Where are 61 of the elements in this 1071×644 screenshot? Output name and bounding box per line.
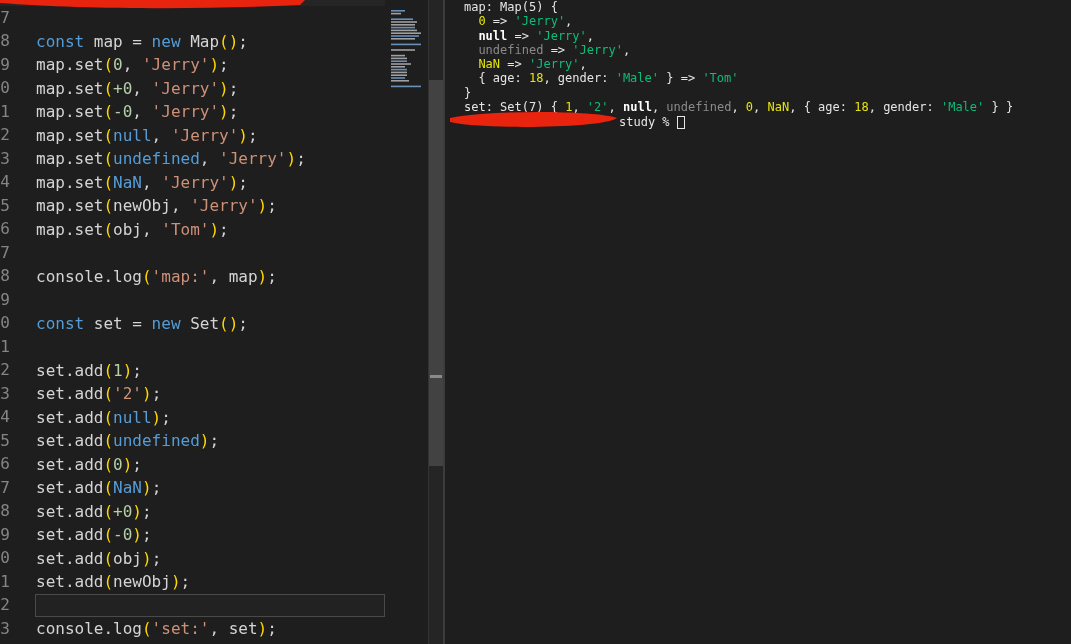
terminal-prompt: study % <box>619 115 670 130</box>
line-number: 1 <box>0 570 10 593</box>
line-number: 8 <box>0 265 10 288</box>
line-number: 0 <box>0 547 10 570</box>
code-line: set.add(1); <box>35 359 143 382</box>
line-number: 8 <box>0 30 10 53</box>
code-line: console.log('set:', set); <box>35 618 278 641</box>
line-number: 2 <box>0 594 10 617</box>
code-line: map.set(null, 'Jerry'); <box>35 124 259 147</box>
code-line: console.log('map:', map); <box>35 265 278 288</box>
code-line: map.set(newObj, 'Jerry'); <box>35 195 278 218</box>
code-line: map.set(+0, 'Jerry'); <box>35 77 240 100</box>
terminal-line: map: Map(5) { <box>464 0 559 15</box>
line-number: 1 <box>0 335 10 358</box>
line-number: 8 <box>0 500 10 523</box>
terminal-line: set: Set(7) { 1, '2', null, undefined, 0, NaN, { age: 18, gender: 'Male' } } <box>464 100 1015 115</box>
line-number: 4 <box>0 171 10 194</box>
code-line: map.set(undefined, 'Jerry'); <box>35 148 307 171</box>
line-number: 0 <box>0 312 10 335</box>
code-line: set.add('2'); <box>35 383 163 406</box>
line-number: 7 <box>0 6 10 29</box>
line-number: 9 <box>0 288 10 311</box>
code-line: set.add(+0); <box>35 500 153 523</box>
code-line: const map = new Map(); <box>35 30 249 53</box>
line-number: 2 <box>0 359 10 382</box>
code-line: map.set(0, 'Jerry'); <box>35 54 230 77</box>
code-line: set.add(null); <box>35 406 172 429</box>
code-line: set.add(0); <box>35 453 143 476</box>
code-line: set.add(obj); <box>35 547 163 570</box>
terminal-line: } <box>464 85 473 101</box>
terminal-line: undefined => 'Jerry', <box>477 42 632 58</box>
line-number: 4 <box>0 406 10 429</box>
line-number: 6 <box>0 218 10 241</box>
line-number: 3 <box>0 617 10 640</box>
code-line: set.add(NaN); <box>35 477 163 500</box>
line-number: 1 <box>0 100 10 123</box>
terminal-line: NaN => 'Jerry', <box>477 57 588 72</box>
line-number: 2 <box>0 124 10 147</box>
code-line: map.set(-0, 'Jerry'); <box>35 101 240 124</box>
code-line: set.add(undefined); <box>35 430 221 453</box>
terminal-line: null => 'Jerry', <box>477 28 595 43</box>
scrollbar-thumb[interactable] <box>429 80 443 466</box>
code-line: const set = new Set(); <box>35 312 249 335</box>
terminal-line: 0 => 'Jerry', <box>477 14 574 29</box>
code-line: map.set(obj, 'Tom'); <box>35 218 230 241</box>
line-number: 0 <box>0 77 10 100</box>
line-number: 7 <box>0 241 10 264</box>
code-line: set.add(newObj); <box>35 571 192 594</box>
line-number: 6 <box>0 453 10 476</box>
terminal-line: { age: 18, gender: 'Male' } => 'Tom' <box>477 71 740 86</box>
code-line: map.set(NaN, 'Jerry'); <box>35 171 249 194</box>
code-line: set.add(-0); <box>35 524 153 547</box>
line-number: 5 <box>0 194 10 217</box>
line-number: 7 <box>0 476 10 499</box>
line-number: 3 <box>0 147 10 170</box>
line-number: 5 <box>0 429 10 452</box>
line-number: 9 <box>0 53 10 76</box>
line-number: 3 <box>0 382 10 405</box>
scroll-marker <box>430 375 442 378</box>
line-number: 9 <box>0 523 10 546</box>
terminal-cursor <box>676 115 685 129</box>
